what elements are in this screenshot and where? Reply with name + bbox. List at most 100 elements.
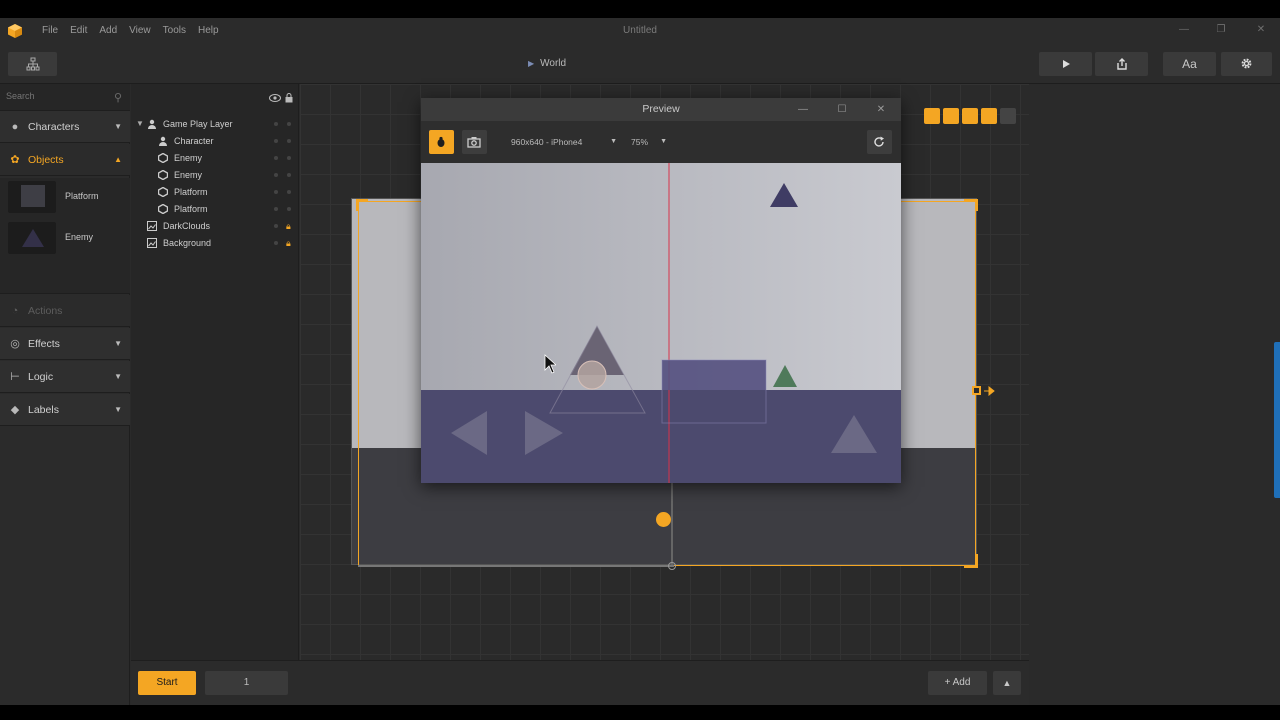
selection-corner-handle[interactable] — [964, 199, 978, 211]
share-icon — [1116, 58, 1127, 70]
magnet-tool-button[interactable] — [962, 108, 978, 124]
preview-toolbar: 960x640 - iPhone4 ▼ 75% ▼ — [421, 121, 901, 163]
flower-icon: ✿ — [10, 154, 20, 166]
layer-row-enemy[interactable]: Enemy — [131, 150, 299, 166]
visibility-dot[interactable] — [274, 122, 278, 126]
lock-dot[interactable] — [287, 207, 291, 211]
visibility-dot[interactable] — [274, 224, 278, 228]
resolution-select[interactable]: 960x640 - iPhone4 ▼ — [511, 130, 617, 154]
layer-row-platform[interactable]: Platform — [131, 201, 299, 217]
window-title: Untitled — [623, 25, 657, 36]
lock-dot[interactable] — [287, 122, 291, 126]
screenshot-button[interactable] — [462, 130, 487, 154]
preview-maximize-button[interactable]: ☐ — [834, 98, 850, 121]
category-labels[interactable]: ◆ Labels ▼ — [0, 394, 130, 426]
visibility-dot[interactable] — [274, 156, 278, 160]
scene-tree-button[interactable] — [8, 52, 57, 76]
add-button[interactable]: + Add — [928, 671, 987, 695]
chevron-down-icon: ▼ — [114, 405, 122, 414]
settings-button[interactable] — [1221, 52, 1272, 76]
category-label: Objects — [28, 154, 64, 166]
debug-tool-button[interactable] — [1000, 108, 1016, 124]
visibility-dot[interactable] — [274, 190, 278, 194]
preview-minimize-button[interactable]: — — [795, 98, 811, 121]
dropdown-arrow-icon: ▼ — [660, 138, 667, 145]
restore-button[interactable]: ❐ — [1211, 18, 1231, 44]
minimize-button[interactable]: — — [1174, 18, 1194, 44]
selection-corner-handle[interactable] — [964, 554, 978, 568]
mouse-cursor-icon — [544, 354, 556, 374]
play-triangle-icon: ▶ — [528, 59, 535, 68]
refresh-icon — [874, 136, 884, 147]
lock-dot[interactable] — [287, 190, 291, 194]
pivot-handle[interactable] — [656, 512, 671, 527]
layer-row-character[interactable]: Character — [131, 133, 299, 149]
search-icon[interactable]: ⚲ — [114, 91, 122, 104]
lock-tool-button[interactable] — [943, 108, 959, 124]
chevron-down-icon: ▼ — [114, 372, 122, 381]
objects-list: Platform Enemy — [0, 178, 130, 294]
page-number-field[interactable]: 1 — [205, 671, 288, 695]
layer-row-background[interactable]: Background 🔒︎ — [131, 235, 299, 251]
arrow-right-icon[interactable] — [984, 386, 996, 396]
bug-icon — [437, 136, 445, 147]
sky — [421, 163, 901, 390]
layers-panel: ▼ Game Play Layer Character Enemy Enemy — [131, 84, 299, 678]
reload-button[interactable] — [867, 130, 892, 154]
ground — [421, 390, 901, 483]
library-sidebar: ⚲ ● Characters ▼ ✿ Objects ▲ Platform En… — [0, 84, 130, 705]
image-icon — [147, 238, 157, 248]
resize-handle[interactable] — [972, 386, 981, 395]
anchor-point[interactable] — [668, 562, 676, 570]
visibility-dot[interactable] — [274, 241, 278, 245]
game-viewport[interactable] — [421, 163, 901, 483]
category-characters[interactable]: ● Characters ▼ — [0, 111, 130, 143]
visibility-dot[interactable] — [274, 207, 278, 211]
selection-corner-handle[interactable] — [356, 199, 368, 211]
person-icon: ● — [11, 121, 19, 133]
lock-dot[interactable] — [287, 173, 291, 177]
layer-row-enemy[interactable]: Enemy — [131, 167, 299, 183]
side-panel-tab[interactable] — [1274, 342, 1280, 498]
share-button[interactable] — [1095, 52, 1148, 76]
preview-window: Preview — ☐ ✕ 960x640 - iPhone4 ▼ 75% ▼ — [421, 98, 901, 483]
lock-dot[interactable] — [287, 139, 291, 143]
world-breadcrumb[interactable]: ▶ World — [528, 44, 566, 84]
lock-dot[interactable] — [287, 156, 291, 160]
lock-icon[interactable] — [285, 93, 293, 103]
category-logic[interactable]: ⊢ Logic ▼ — [0, 361, 130, 393]
link-tool-button[interactable] — [981, 108, 997, 124]
lock-icon[interactable]: 🔒︎ — [286, 238, 294, 248]
debug-button[interactable] — [429, 130, 454, 154]
visibility-dot[interactable] — [274, 173, 278, 177]
category-effects[interactable]: ◎ Effects ▼ — [0, 328, 130, 360]
category-objects[interactable]: ✿ Objects ▲ — [0, 144, 130, 176]
eye-icon[interactable] — [269, 94, 281, 102]
layer-row-darkclouds[interactable]: DarkClouds 🔒︎ — [131, 218, 299, 234]
app-window: File Edit Add View Tools Help Untitled —… — [0, 18, 1280, 705]
main-toolbar: ▶ World Aa — [0, 44, 1280, 84]
visibility-dot[interactable] — [274, 139, 278, 143]
object-icon — [158, 153, 168, 163]
person-icon — [159, 136, 167, 146]
game-scene — [421, 163, 901, 483]
layer-row-gameplay[interactable]: ▼ Game Play Layer — [131, 116, 299, 132]
enemy-thumbnail[interactable] — [8, 222, 56, 254]
search-input[interactable] — [6, 91, 106, 101]
close-button[interactable]: ✕ — [1251, 18, 1271, 44]
image-icon — [147, 221, 157, 231]
platform-thumbnail[interactable] — [8, 181, 56, 213]
expand-button[interactable]: ▲ — [993, 671, 1021, 695]
zoom-select[interactable]: 75% ▼ — [631, 130, 667, 154]
play-button[interactable] — [1039, 52, 1092, 76]
layer-name: Character — [174, 136, 214, 146]
chevron-down-icon: ▼ — [114, 339, 122, 348]
layer-row-platform[interactable]: Platform — [131, 184, 299, 200]
group-tool-button[interactable] — [924, 108, 940, 124]
baseline-line — [358, 565, 674, 567]
start-button[interactable]: Start — [138, 671, 196, 695]
chevron-down-icon: ▼ — [114, 122, 122, 131]
font-button[interactable]: Aa — [1163, 52, 1216, 76]
preview-close-button[interactable]: ✕ — [873, 98, 889, 121]
lock-icon[interactable]: 🔒︎ — [286, 221, 294, 231]
